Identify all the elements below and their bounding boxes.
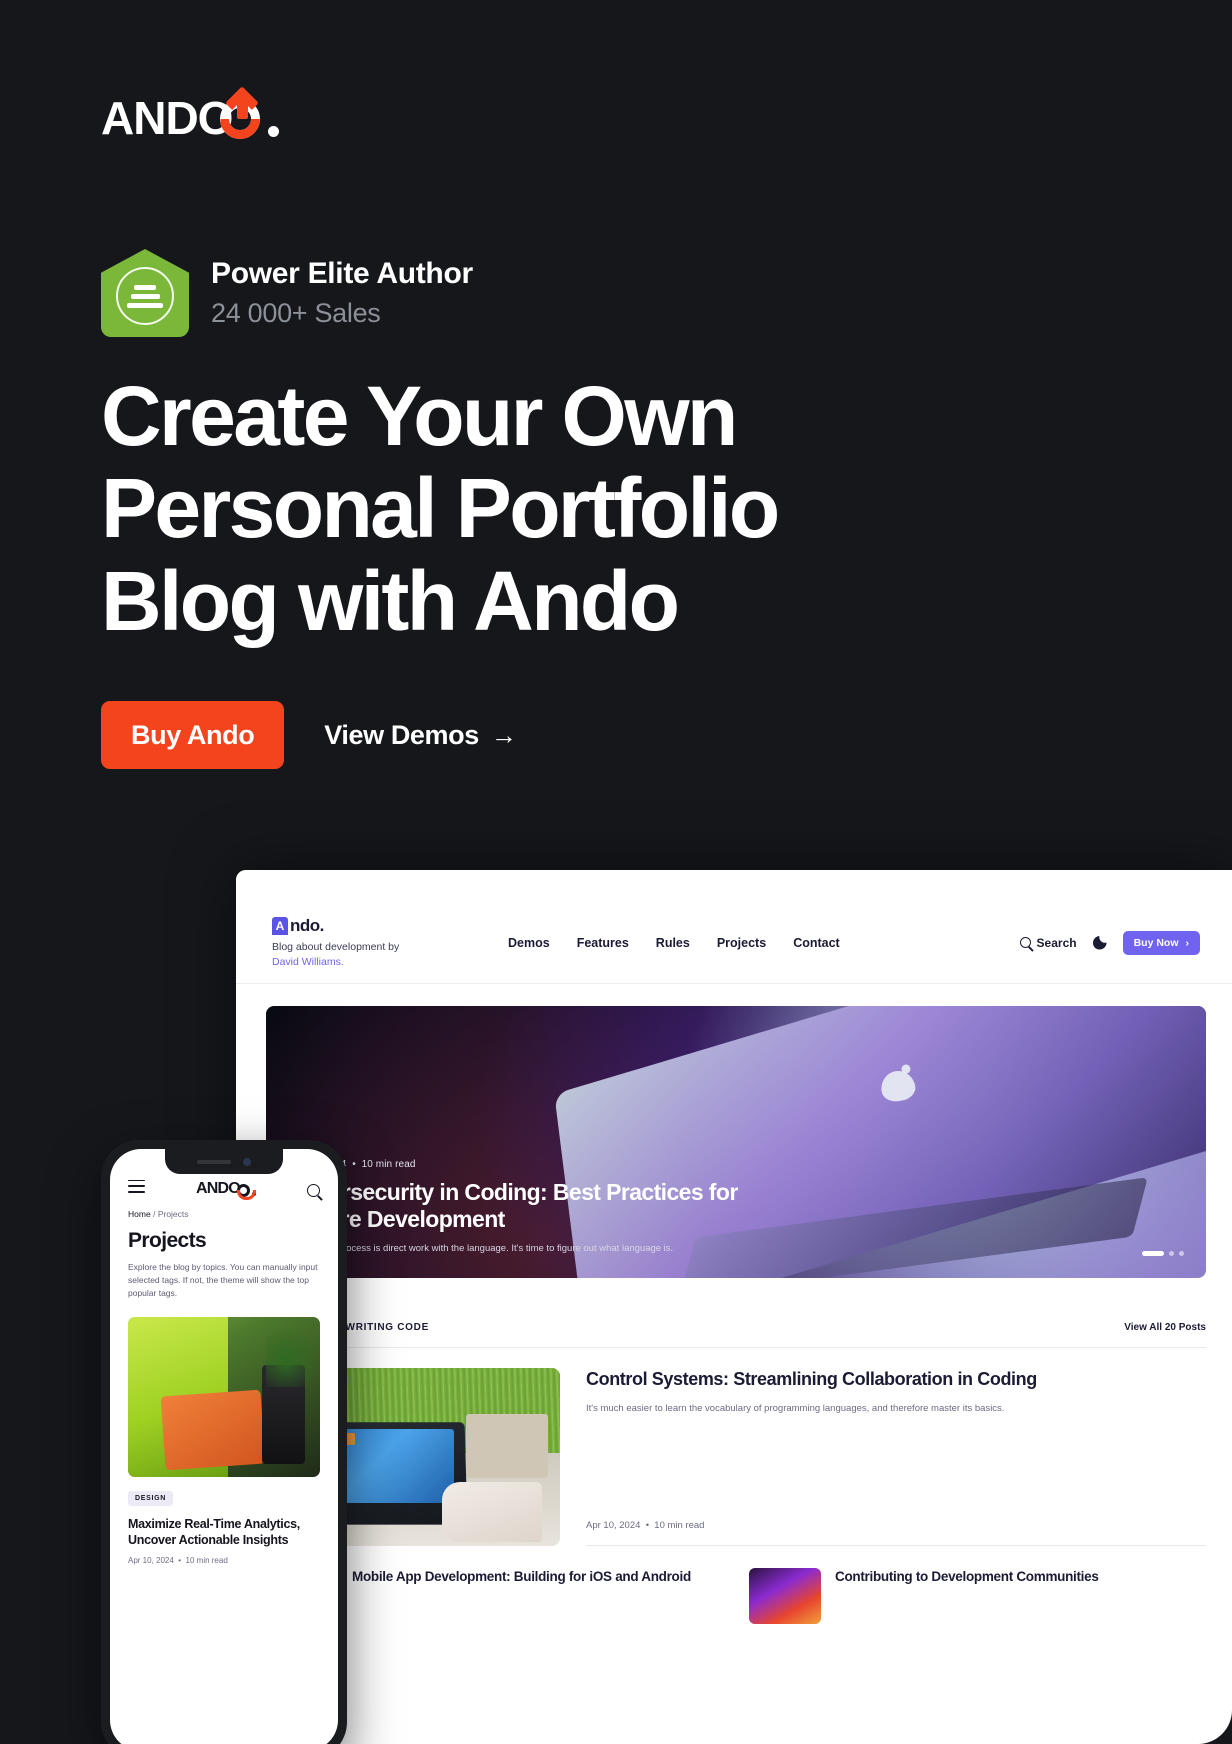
divider	[586, 1545, 1206, 1546]
page-title: Create Your Own Personal Portfolio Blog …	[101, 369, 780, 648]
mobile-logo[interactable]: ANDO	[196, 1180, 256, 1200]
post-mini-thumbnail	[749, 1568, 821, 1624]
post-mini-title: Mobile App Development: Building for iOS…	[352, 1569, 691, 1584]
search-icon	[1019, 937, 1031, 948]
divider	[266, 1347, 1206, 1348]
moon-icon[interactable]	[1093, 936, 1107, 950]
mobile-post-read-time: 10 min read	[185, 1556, 228, 1566]
buy-now-label: Buy Now	[1133, 936, 1179, 949]
post-meta: Apr 10, 2024 • 10 min read	[586, 1520, 1206, 1531]
arrow-right-icon: →	[490, 720, 517, 750]
mobile-post-meta: Apr 10, 2024 • 10 min read	[110, 1548, 338, 1565]
post-date: Apr 10, 2024	[586, 1520, 641, 1531]
author-badge: Power Elite Author 24 000+ Sales	[101, 249, 473, 337]
preview-logo-text: ndo.	[290, 916, 324, 936]
nav-item-projects[interactable]: Projects	[717, 936, 766, 950]
mobile-search-icon[interactable]	[306, 1184, 320, 1197]
carousel-dot[interactable]	[1179, 1251, 1184, 1256]
search-label: Search	[1036, 935, 1077, 950]
logo-arrow-icon	[220, 93, 264, 141]
hamburger-menu-icon[interactable]	[128, 1179, 145, 1197]
featured-read-time: 10 min read	[361, 1158, 416, 1170]
preview-tagline: Blog about development by David Williams…	[272, 940, 502, 968]
buy-now-button[interactable]: Buy Now ›	[1122, 930, 1200, 955]
preview-logo[interactable]: A ndo.	[272, 916, 502, 936]
browser-chrome	[236, 870, 1232, 902]
nav-item-rules[interactable]: Rules	[656, 936, 690, 950]
badge-title: Power Elite Author	[211, 257, 473, 291]
phone-notch	[165, 1149, 283, 1174]
landing-page: ANDO Power Elite Author 24 000+ Sales Cr…	[0, 0, 1232, 1744]
speaker-icon	[197, 1159, 231, 1164]
category-tag[interactable]: DESIGN	[128, 1490, 174, 1506]
mobile-logo-text: ANDO	[196, 1180, 241, 1197]
featured-title: Cybersecurity in Coding: Best Practices …	[288, 1178, 738, 1232]
mobile-preview: ANDO Home / Projects Projects Explore th…	[101, 1140, 347, 1744]
nav-item-features[interactable]: Features	[577, 936, 629, 950]
mobile-page-title: Projects	[128, 1229, 207, 1252]
power-elite-badge-icon	[101, 249, 189, 337]
nav-item-demos[interactable]: Demos	[508, 936, 550, 950]
meta-separator: •	[178, 1556, 182, 1566]
tagline-author-link[interactable]: David Williams.	[272, 956, 344, 968]
featured-meta: Apr 10, 2024 • 10 min read	[288, 1159, 814, 1170]
post-mini-item[interactable]: Contributing to Development Communities	[749, 1568, 1206, 1624]
post-list-item[interactable]: Control Systems: Streamlining Collaborat…	[266, 1368, 1206, 1546]
view-demos-label: View Demos	[324, 719, 479, 750]
preview-logo-mark: A	[272, 917, 288, 936]
carousel-pagination[interactable]	[1142, 1251, 1184, 1256]
featured-description: The coding process is direct work with t…	[288, 1242, 674, 1254]
carousel-dot-active[interactable]	[1142, 1251, 1164, 1256]
desktop-preview: A ndo. Blog about development by David W…	[236, 870, 1232, 1744]
mobile-logo-arrow-icon	[236, 1184, 256, 1200]
search-button[interactable]: Search	[1019, 935, 1077, 950]
post-mini-title: Contributing to Development Communities	[835, 1569, 1099, 1584]
badge-subtitle: 24 000+ Sales	[211, 297, 381, 328]
post-title: Control Systems: Streamlining Collaborat…	[586, 1369, 1037, 1389]
post-description: It's much easier to learn the vocabulary…	[586, 1402, 1005, 1414]
meta-separator: •	[645, 1520, 650, 1531]
logo-text: ANDO	[101, 92, 233, 144]
preview-nav-actions: Search Buy Now ›	[1019, 930, 1200, 955]
preview-navbar: A ndo. Blog about development by David W…	[236, 902, 1232, 984]
meta-separator: •	[352, 1158, 356, 1170]
cta-group: Buy Ando View Demos →	[101, 701, 526, 769]
view-all-posts-link[interactable]: View All 20 Posts	[1124, 1322, 1206, 1333]
view-demos-button[interactable]: View Demos →	[314, 701, 526, 769]
mobile-page-description: Explore the blog by topics. You can manu…	[128, 1262, 318, 1299]
tagline-line1: Blog about development by	[272, 941, 400, 954]
camera-icon	[243, 1157, 251, 1166]
breadcrumb: Home / Projects	[110, 1209, 338, 1219]
nav-item-contact[interactable]: Contact	[793, 936, 840, 950]
mobile-post-date: Apr 10, 2024	[128, 1556, 174, 1566]
breadcrumb-separator: /	[153, 1209, 156, 1219]
breadcrumb-home[interactable]: Home	[128, 1209, 151, 1219]
mobile-post-image	[128, 1316, 320, 1477]
logo-dot	[268, 126, 280, 137]
preview-menu: Demos Features Rules Projects Contact	[508, 936, 1020, 950]
section-header: RULES FOR WRITING CODE View All 20 Posts	[266, 1322, 1206, 1333]
buy-ando-button[interactable]: Buy Ando	[101, 701, 285, 769]
post-mini-list: Mobile App Development: Building for iOS…	[266, 1568, 1206, 1624]
site-logo[interactable]: ANDO	[101, 92, 280, 144]
post-read-time: 10 min read	[654, 1520, 705, 1531]
chevron-right-icon: ›	[1185, 936, 1190, 949]
featured-post-card[interactable]: Apr 10, 2024 • 10 min read Cybersecurity…	[266, 1006, 1206, 1278]
carousel-dot[interactable]	[1169, 1251, 1174, 1256]
mobile-post-title[interactable]: Maximize Real-Time Analytics, Uncover Ac…	[110, 1506, 338, 1549]
breadcrumb-current: Projects	[157, 1209, 189, 1219]
